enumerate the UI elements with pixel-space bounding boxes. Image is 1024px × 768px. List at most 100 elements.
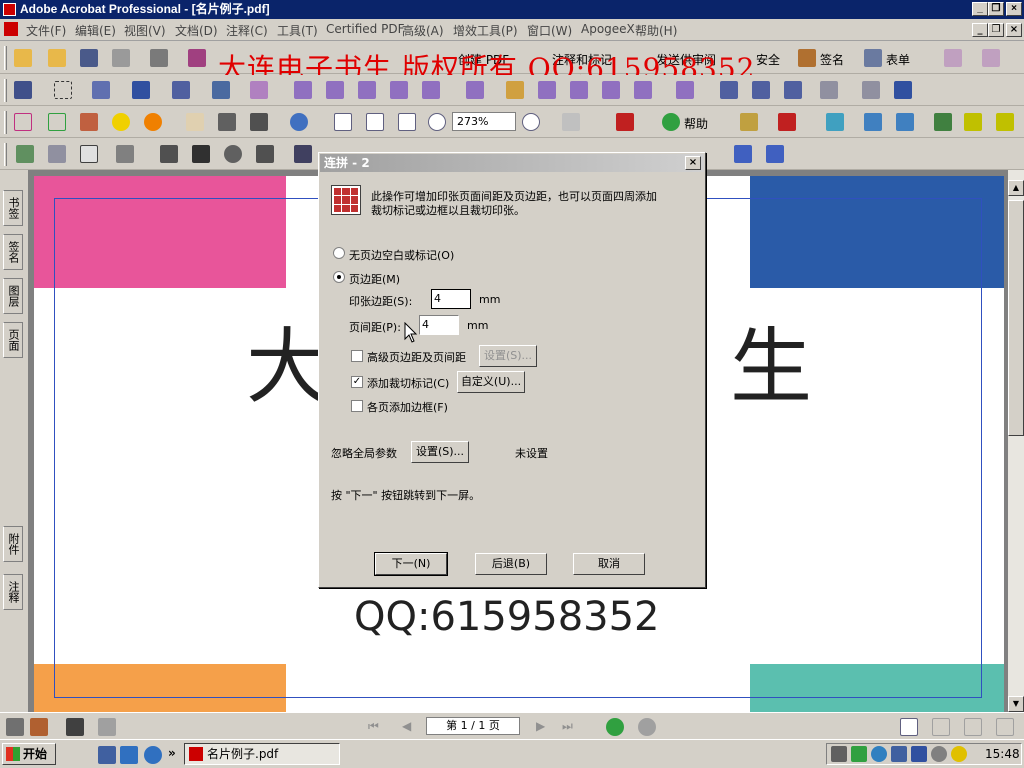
continuous-icon[interactable]	[932, 718, 950, 736]
dialog-close-button[interactable]: ×	[685, 156, 701, 170]
crop-marks-label[interactable]: 添加裁切标记(C)	[367, 375, 449, 391]
imposition-icon[interactable]	[294, 145, 312, 163]
scroll-down-icon[interactable]: ▼	[1008, 696, 1024, 712]
next-page-icon[interactable]: ▶	[536, 719, 545, 733]
trim-box-icon[interactable]	[80, 145, 98, 163]
advanced-margin-label[interactable]: 高级页边距及页间距	[367, 349, 466, 365]
custom-button[interactable]: 自定义(U)...	[457, 371, 525, 393]
fit-page-icon[interactable]	[366, 113, 384, 131]
grid-icon[interactable]	[964, 113, 982, 131]
continuous-facing-icon[interactable]	[996, 718, 1014, 736]
text-tool-icon[interactable]	[132, 81, 150, 99]
fit-width-icon[interactable]	[398, 113, 416, 131]
open-folder-icon[interactable]	[48, 49, 66, 67]
note-icon[interactable]	[506, 81, 524, 99]
frame-icon[interactable]	[48, 113, 66, 131]
organizer-icon[interactable]	[188, 49, 206, 67]
forms-icon[interactable]	[864, 49, 882, 67]
tab-bookmarks[interactable]: 书签	[3, 190, 23, 226]
last-page-icon[interactable]: ⏭	[562, 719, 573, 734]
attach-icon[interactable]	[6, 718, 24, 736]
separation-icon[interactable]	[864, 113, 882, 131]
sign-icon[interactable]	[798, 49, 816, 67]
form-field-icon[interactable]	[422, 81, 440, 99]
form-field-icon[interactable]	[466, 81, 484, 99]
radio-no-margin-label[interactable]: 无页边空白或标记(O)	[349, 247, 454, 263]
info-red-icon[interactable]	[778, 113, 796, 131]
overlay-icon[interactable]	[224, 145, 242, 163]
scroll-thumb[interactable]	[1008, 200, 1024, 436]
frame-icon[interactable]	[14, 113, 32, 131]
select-icon[interactable]	[14, 81, 32, 99]
color-icon[interactable]	[826, 113, 844, 131]
circle-icon[interactable]	[144, 113, 162, 131]
tab-attachments[interactable]: 附件	[3, 526, 23, 562]
global-settings-button[interactable]: 设置(S)...	[411, 441, 469, 463]
image-icon[interactable]	[116, 145, 134, 163]
email-icon[interactable]	[150, 49, 168, 67]
scroll-up-icon[interactable]: ▲	[1008, 180, 1024, 196]
tab-pages[interactable]: 页面	[3, 322, 23, 358]
volume-icon[interactable]	[931, 746, 947, 762]
menu-comments[interactable]: 注释(C)	[226, 22, 268, 39]
chevron-icon[interactable]: »	[168, 746, 176, 760]
forms-label[interactable]: 表单	[886, 51, 910, 68]
desktop-icon[interactable]	[98, 746, 116, 764]
zoom-in-icon[interactable]	[290, 113, 308, 131]
zoom-field[interactable]: 273%	[452, 112, 516, 131]
sign-label[interactable]: 签名	[820, 51, 844, 68]
single-page-icon[interactable]	[900, 718, 918, 736]
doc-minimize-button[interactable]: _	[972, 23, 988, 37]
first-page-icon[interactable]: ⏮	[368, 719, 379, 734]
radio-no-margin[interactable]	[333, 247, 345, 259]
advanced-margin-checkbox[interactable]	[351, 350, 363, 362]
doc-icon[interactable]	[98, 718, 116, 736]
minimize-button[interactable]: _	[972, 2, 988, 16]
circle-icon[interactable]	[112, 113, 130, 131]
cursor-icon[interactable]	[720, 81, 738, 99]
paint-bucket-icon[interactable]	[80, 113, 98, 131]
back-button[interactable]: 后退(B)	[475, 553, 547, 575]
menu-document[interactable]: 文档(D)	[175, 22, 218, 39]
trim-icon[interactable]	[996, 113, 1014, 131]
menu-apogeex[interactable]: ApogeeX	[581, 22, 635, 36]
undo-icon[interactable]	[734, 145, 752, 163]
tab-signatures[interactable]: 签名	[3, 234, 23, 270]
menu-help[interactable]: 帮助(H)	[635, 22, 677, 39]
menu-view[interactable]: 视图(V)	[124, 22, 166, 39]
doc-close-button[interactable]: ×	[1006, 23, 1022, 37]
select-text-icon[interactable]	[218, 113, 236, 131]
page-number-field[interactable]: 第 1 / 1 页	[426, 717, 520, 735]
menu-plugins[interactable]: 增效工具(P)	[453, 22, 518, 39]
help-icon[interactable]	[662, 113, 680, 131]
menu-certified-pdf[interactable]: Certified PDF	[326, 22, 405, 36]
info-icon[interactable]	[894, 81, 912, 99]
browser-icon[interactable]	[120, 746, 138, 764]
forward-view-icon[interactable]	[638, 718, 656, 736]
stamp-icon[interactable]	[212, 81, 230, 99]
menu-window[interactable]: 窗口(W)	[527, 22, 572, 39]
ym-logo-icon[interactable]	[616, 113, 634, 131]
security-label[interactable]: 安全	[756, 51, 780, 68]
edit-icon[interactable]	[250, 81, 268, 99]
select-icon[interactable]	[784, 81, 802, 99]
open-icon[interactable]	[14, 49, 32, 67]
prev-page-icon[interactable]: ◀	[402, 719, 411, 733]
monitor-icon[interactable]	[891, 746, 907, 762]
crop-icon[interactable]	[538, 81, 556, 99]
hand-tool-icon[interactable]	[186, 113, 204, 131]
form-field-icon[interactable]	[294, 81, 312, 99]
crop-marks-checkbox[interactable]: ✓	[351, 376, 363, 388]
rotate-icon[interactable]	[562, 113, 580, 131]
key-icon[interactable]	[740, 113, 758, 131]
actual-size-icon[interactable]	[334, 113, 352, 131]
doc-restore-button[interactable]: ❐	[988, 23, 1004, 37]
crop-pages-icon[interactable]	[16, 145, 34, 163]
transform-icon[interactable]	[256, 145, 274, 163]
tab-layers[interactable]: 图层	[3, 278, 23, 314]
page-border-checkbox[interactable]	[351, 400, 363, 412]
radio-margin[interactable]	[333, 271, 345, 283]
facing-icon[interactable]	[964, 718, 982, 736]
options-icon[interactable]	[30, 718, 48, 736]
back-view-icon[interactable]	[606, 718, 624, 736]
